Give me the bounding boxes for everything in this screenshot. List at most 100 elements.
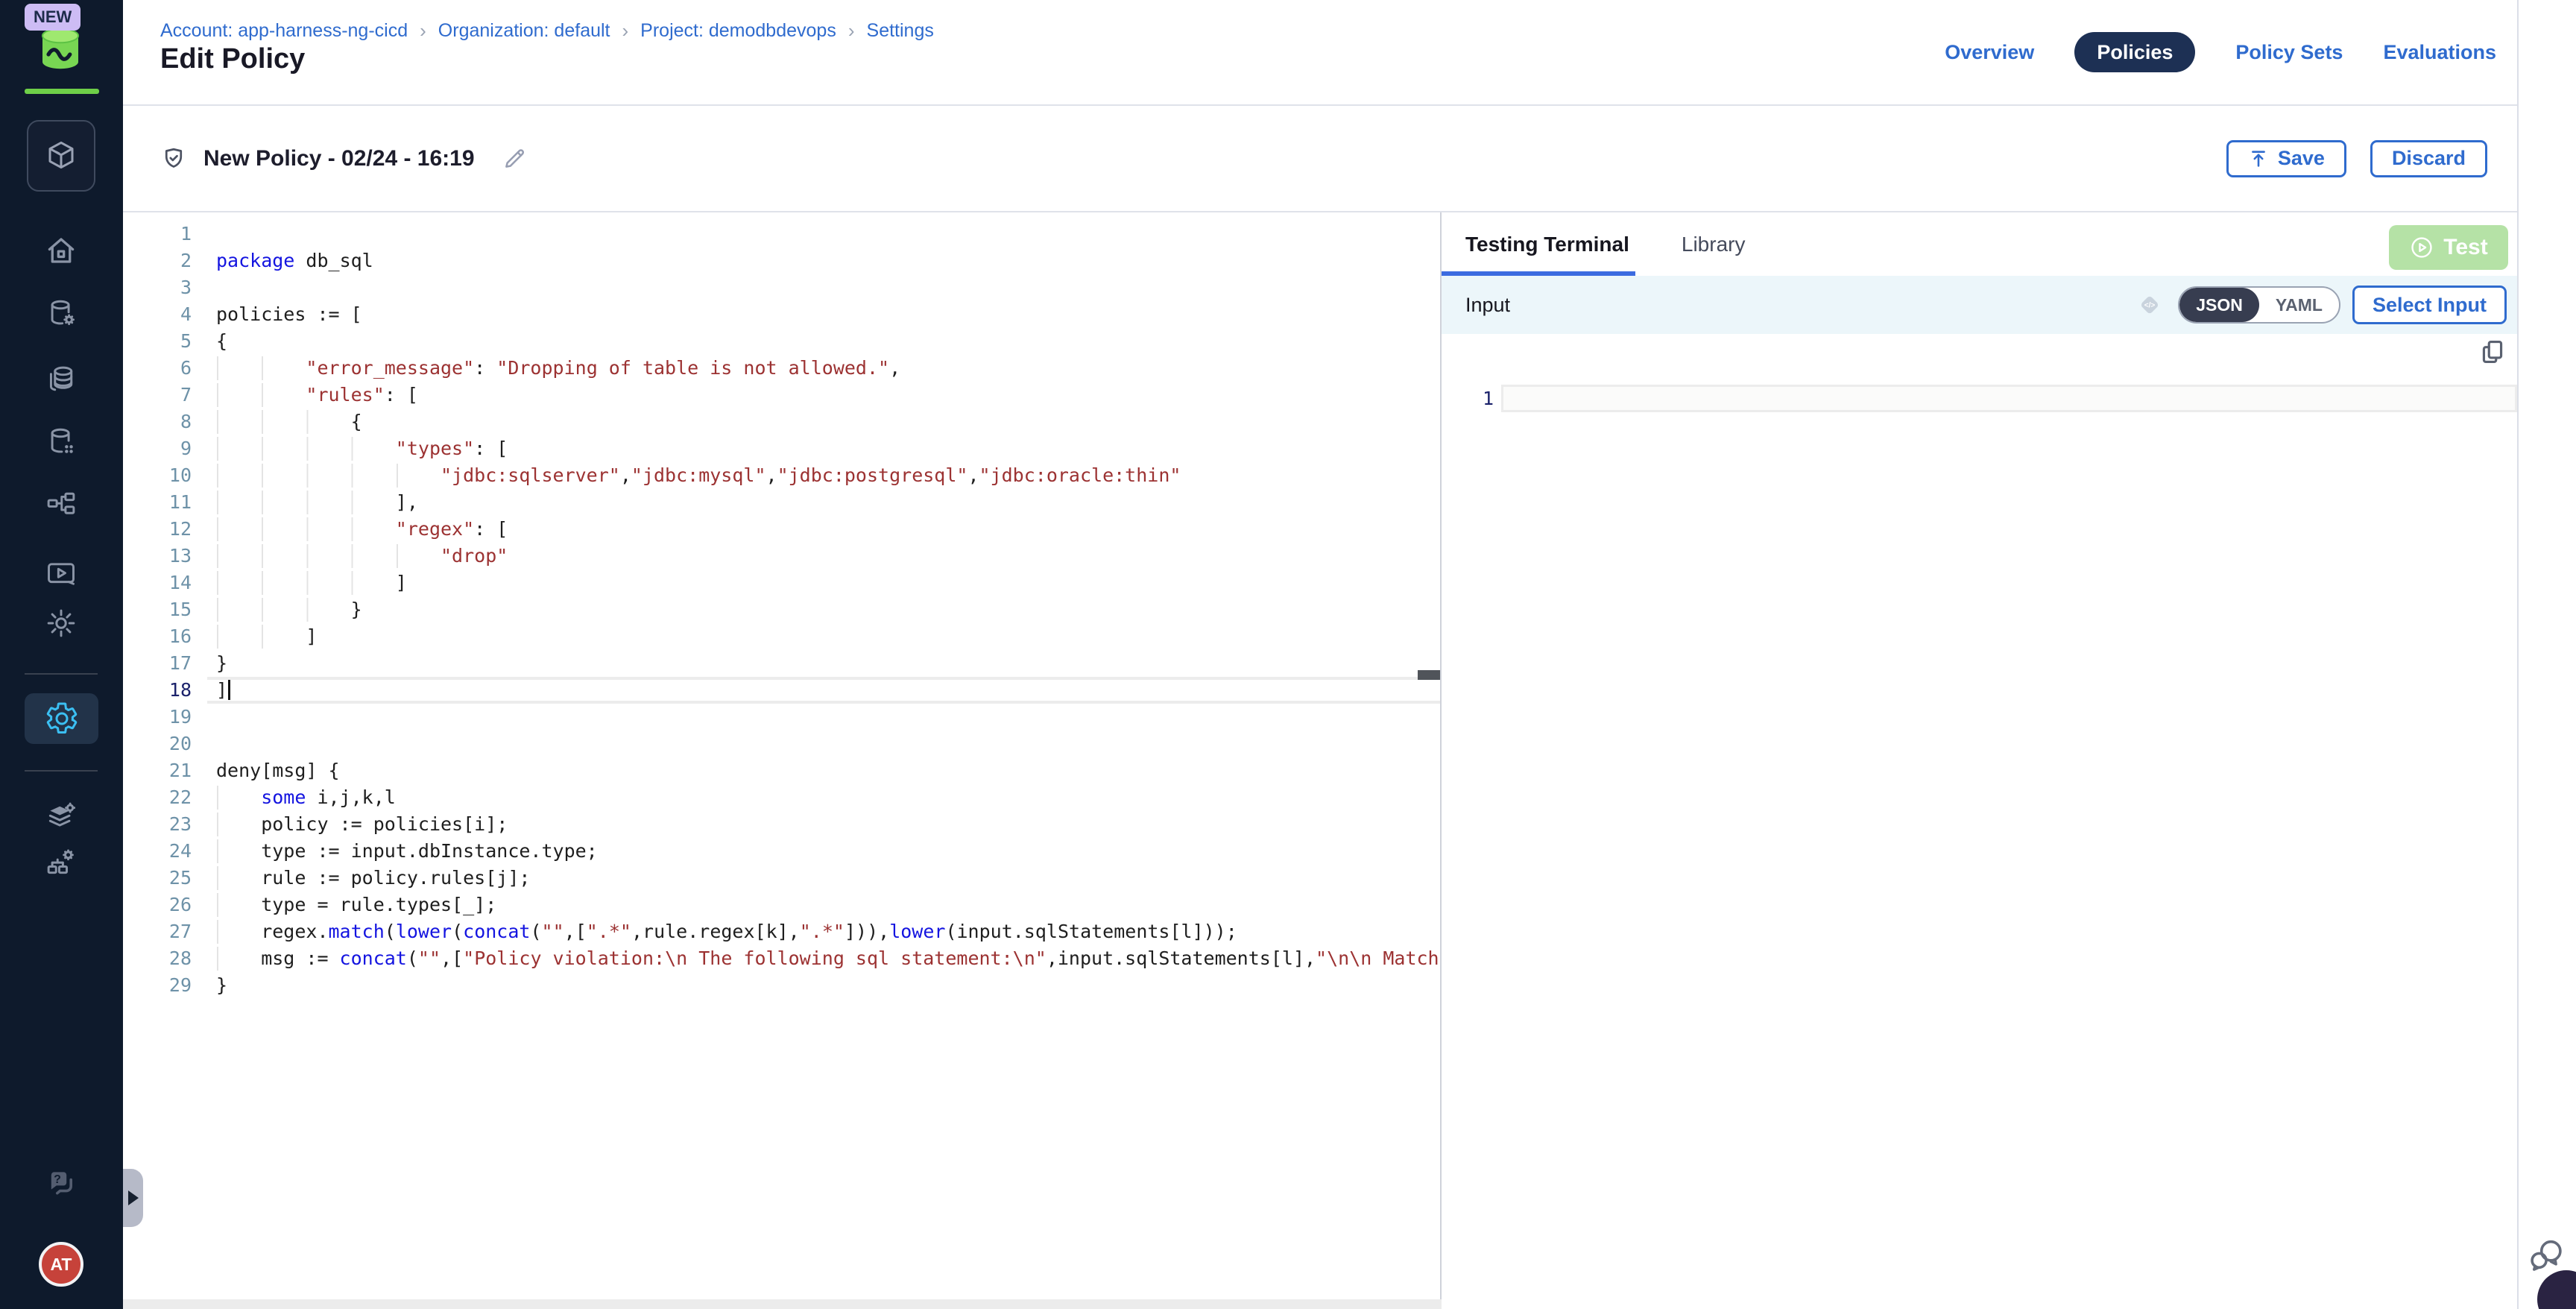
nav-evaluations[interactable]: Evaluations bbox=[2383, 41, 2496, 64]
code-text: "rules": [ bbox=[216, 382, 418, 409]
line-number: 2 bbox=[123, 247, 192, 274]
code-line-7[interactable]: 7 "rules": [ bbox=[123, 382, 1440, 409]
breadcrumb-separator: › bbox=[420, 19, 426, 42]
code-line-15[interactable]: 15} bbox=[123, 596, 1440, 623]
code-line-22[interactable]: 22some i,j,k,l bbox=[123, 784, 1440, 811]
code-line-28[interactable]: 28msg := concat("",["Policy violation:\n… bbox=[123, 945, 1440, 972]
code-line-5[interactable]: 5{ bbox=[123, 328, 1440, 355]
breadcrumb-link[interactable]: Settings bbox=[867, 20, 934, 42]
line-number: 26 bbox=[123, 892, 192, 918]
settings-gear-icon bbox=[44, 701, 80, 736]
input-header-row: Input </> JSONYAML Select Input bbox=[1442, 276, 2517, 334]
code-line-18[interactable]: 18] bbox=[123, 677, 1440, 704]
code-text: type = rule.types[_]; bbox=[216, 892, 496, 918]
code-line-3[interactable]: 3 bbox=[123, 274, 1440, 301]
breadcrumb-link[interactable]: Project: demodbdevops bbox=[640, 20, 836, 42]
nav-overview[interactable]: Overview bbox=[1945, 41, 2034, 64]
discard-button[interactable]: Discard bbox=[2370, 140, 2487, 177]
tab-library[interactable]: Library bbox=[1682, 233, 1746, 256]
policy-title-group: New Policy - 02/24 - 16:19 bbox=[160, 145, 527, 172]
org-chart-icon[interactable] bbox=[45, 489, 78, 522]
tab-testing-terminal[interactable]: Testing Terminal bbox=[1465, 233, 1629, 256]
code-line-10[interactable]: 10"jdbc:sqlserver","jdbc:mysql","jdbc:po… bbox=[123, 462, 1440, 489]
line-number: 20 bbox=[123, 731, 192, 757]
line-number: 4 bbox=[123, 301, 192, 328]
sidebar-item-settings-active[interactable] bbox=[25, 693, 98, 744]
avatar[interactable]: AT bbox=[39, 1242, 83, 1287]
code-line-20[interactable]: 20 bbox=[123, 731, 1440, 757]
video-play-icon[interactable] bbox=[45, 558, 78, 590]
home-icon[interactable] bbox=[45, 234, 78, 267]
current-line-highlight bbox=[207, 677, 1440, 704]
code-text: } bbox=[216, 650, 227, 677]
database-dots-icon[interactable] bbox=[45, 425, 78, 458]
code-line-6[interactable]: 6"error_message": "Dropping of table is … bbox=[123, 355, 1440, 382]
code-line-29[interactable]: 29} bbox=[123, 972, 1440, 999]
policy-shield-icon bbox=[160, 145, 187, 172]
code-line-26[interactable]: 26 type = rule.types[_]; bbox=[123, 892, 1440, 918]
sidebar-divider bbox=[25, 673, 98, 675]
code-line-17[interactable]: 17} bbox=[123, 650, 1440, 677]
database-stack-icon[interactable] bbox=[45, 362, 78, 395]
input-line-box[interactable] bbox=[1501, 385, 2517, 412]
testing-panel: Testing Terminal Library Test Input </> J… bbox=[1442, 212, 2517, 1309]
edit-name-button[interactable] bbox=[502, 146, 527, 171]
db-devops-logo-icon[interactable] bbox=[36, 25, 85, 73]
code-line-19[interactable]: 19 bbox=[123, 704, 1440, 731]
code-text: regex.match(lower(concat("",[".*",rule.r… bbox=[216, 918, 1237, 945]
code-line-13[interactable]: 13"drop" bbox=[123, 543, 1440, 570]
layers-gear-icon[interactable] bbox=[45, 800, 78, 833]
code-line-8[interactable]: 8{ bbox=[123, 409, 1440, 435]
code-line-12[interactable]: 12"regex": [ bbox=[123, 516, 1440, 543]
code-text: policies := [ bbox=[216, 301, 362, 328]
format-option-json[interactable]: JSON bbox=[2179, 288, 2259, 322]
input-editor[interactable]: 1 bbox=[1442, 385, 2517, 429]
code-line-24[interactable]: 24type := input.dbInstance.type; bbox=[123, 838, 1440, 865]
sidebar-expand-handle[interactable] bbox=[123, 1169, 143, 1227]
nav-policies[interactable]: Policies bbox=[2074, 32, 2195, 72]
top-nav: Overview Policies Policy Sets Evaluations bbox=[1945, 31, 2496, 73]
policy-toolbar: New Policy - 02/24 - 16:19 Save bbox=[123, 106, 2517, 212]
code-text: rule := policy.rules[j]; bbox=[216, 865, 530, 892]
code-line-1[interactable]: 1 bbox=[123, 221, 1440, 247]
line-number: 22 bbox=[123, 784, 192, 811]
line-number: 6 bbox=[123, 355, 192, 382]
breadcrumb-link[interactable]: Organization: default bbox=[438, 20, 610, 42]
code-line-16[interactable]: 16] bbox=[123, 623, 1440, 650]
code-line-9[interactable]: 9"types": [ bbox=[123, 435, 1440, 462]
code-line-4[interactable]: 4 policies := [ bbox=[123, 301, 1440, 328]
database-gear-icon[interactable] bbox=[45, 297, 78, 329]
code-text: policy := policies[i]; bbox=[216, 811, 508, 838]
code-line-14[interactable]: 14] bbox=[123, 570, 1440, 596]
module-selector[interactable] bbox=[27, 120, 95, 192]
nav-policy-sets[interactable]: Policy Sets bbox=[2235, 41, 2343, 64]
breadcrumb-separator: › bbox=[622, 19, 629, 42]
code-editor[interactable]: 12package db_sql34 policies := [5{6"error… bbox=[123, 212, 1440, 1299]
code-line-23[interactable]: 23policy := policies[i]; bbox=[123, 811, 1440, 838]
format-option-yaml[interactable]: YAML bbox=[2259, 288, 2339, 322]
help-chat-icon[interactable]: ? bbox=[43, 1166, 79, 1202]
line-number: 10 bbox=[123, 462, 192, 489]
code-line-2[interactable]: 2package db_sql bbox=[123, 247, 1440, 274]
select-input-button[interactable]: Select Input bbox=[2352, 286, 2507, 324]
input-line-1[interactable]: 1 bbox=[1442, 385, 2517, 412]
save-button[interactable]: Save bbox=[2226, 140, 2346, 177]
test-button[interactable]: Test bbox=[2389, 225, 2508, 270]
code-line-25[interactable]: 25rule := policy.rules[j]; bbox=[123, 865, 1440, 892]
code-line-11[interactable]: 11], bbox=[123, 489, 1440, 516]
code-text: deny[msg] { bbox=[216, 757, 340, 784]
code-line-27[interactable]: 27regex.match(lower(concat("",[".*",rule… bbox=[123, 918, 1440, 945]
line-number: 21 bbox=[123, 757, 192, 784]
line-number: 13 bbox=[123, 543, 192, 570]
new-badge: NEW bbox=[25, 4, 80, 31]
line-number: 7 bbox=[123, 382, 192, 409]
code-text: { bbox=[216, 409, 362, 435]
code-diamond-icon: </> bbox=[2133, 288, 2166, 321]
gear-icon[interactable] bbox=[45, 607, 78, 640]
copy-icon bbox=[2478, 338, 2507, 366]
breadcrumb-link[interactable]: Account: app-harness-ng-cicd bbox=[160, 20, 408, 42]
code-line-21[interactable]: 21 deny[msg] { bbox=[123, 757, 1440, 784]
copy-input-button[interactable] bbox=[2478, 338, 2507, 366]
network-gear-icon[interactable] bbox=[45, 845, 78, 878]
line-number: 14 bbox=[123, 570, 192, 596]
